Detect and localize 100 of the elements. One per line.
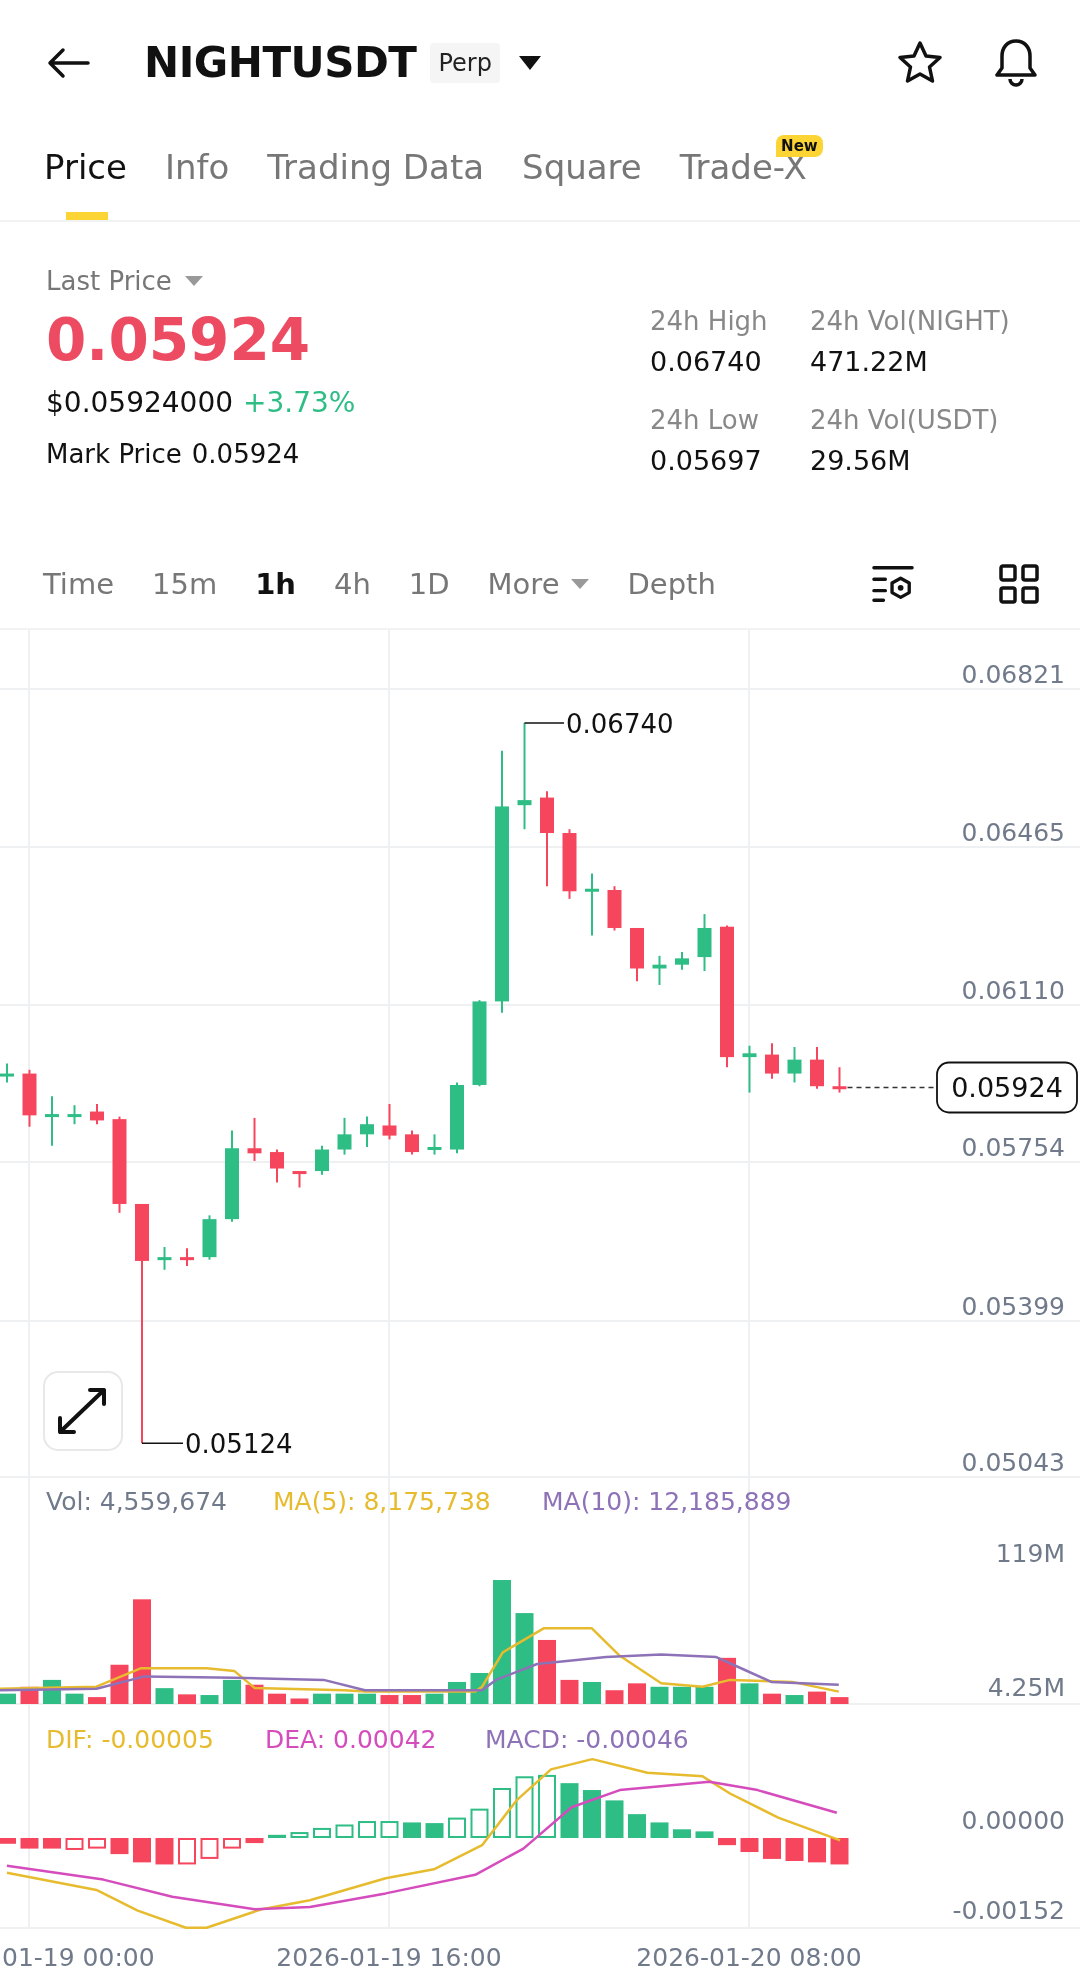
macd-legend: DIF: -0.00005 xyxy=(46,1725,214,1754)
tab[interactable]: Price xyxy=(44,125,127,220)
candlestick xyxy=(787,1046,802,1084)
candlestick xyxy=(292,1170,307,1189)
volume-legend: Vol: 4,559,674 xyxy=(46,1487,227,1516)
price-axis-label: 0.05754 xyxy=(961,1133,1065,1162)
dropdown-caret-icon[interactable] xyxy=(517,54,542,71)
candlestick xyxy=(585,872,599,937)
volume-bar xyxy=(178,1694,196,1704)
macd-bar xyxy=(358,1821,376,1838)
candlestick xyxy=(0,1062,14,1084)
candlestick xyxy=(337,1116,352,1156)
indicator-settings-icon[interactable] xyxy=(872,564,914,604)
macd-bar xyxy=(808,1838,826,1863)
candlestick xyxy=(562,828,577,900)
candlestick xyxy=(652,954,667,986)
volume-bar xyxy=(335,1693,354,1704)
macd-bar xyxy=(110,1838,129,1855)
macd-bar xyxy=(133,1838,151,1863)
interval-option[interactable]: 15m xyxy=(152,567,218,601)
price-axis-label: 0.06465 xyxy=(961,818,1065,847)
candlestick xyxy=(315,1144,329,1176)
interval-option[interactable]: 1h xyxy=(255,567,296,601)
macd-bar xyxy=(470,1808,489,1838)
stat-label: 24h Vol(NIGHT) xyxy=(810,306,1011,336)
candlestick xyxy=(765,1042,779,1080)
price-axis-label: 0.06110 xyxy=(961,976,1065,1005)
macd-bar xyxy=(650,1822,669,1838)
candlestick xyxy=(67,1104,82,1126)
interval-option[interactable]: 1D xyxy=(408,567,450,601)
volume-bar xyxy=(403,1695,421,1704)
macd-bar xyxy=(448,1817,466,1838)
volume-legend: MA(10): 12,185,889 xyxy=(542,1487,792,1516)
volume-bar xyxy=(0,1693,16,1704)
volume-bar xyxy=(740,1683,759,1704)
interval-option[interactable]: Depth xyxy=(627,567,716,601)
volume-bar xyxy=(785,1695,804,1704)
candlestick xyxy=(675,951,689,971)
candlestick xyxy=(832,1066,847,1094)
mark-price: 0.05924 xyxy=(191,439,300,469)
volume-bar xyxy=(380,1695,399,1704)
contract-badge: Perp xyxy=(430,42,500,83)
macd-axis-label: 0.00000 xyxy=(961,1806,1065,1835)
grid-layout-icon[interactable] xyxy=(998,564,1040,604)
candlestick xyxy=(382,1102,397,1141)
macd-bar xyxy=(763,1838,781,1859)
macd-bar xyxy=(538,1774,556,1838)
volume-bar xyxy=(808,1691,826,1704)
macd-bar xyxy=(515,1776,534,1838)
candlestick xyxy=(607,885,622,932)
macd-legend: MACD: -0.00046 xyxy=(485,1725,689,1754)
macd-bar xyxy=(223,1838,241,1849)
macd-bar xyxy=(290,1832,309,1838)
candlestick xyxy=(630,927,644,983)
volume-bar xyxy=(695,1686,714,1704)
candlestick xyxy=(180,1247,194,1267)
macd-bar xyxy=(313,1827,331,1838)
stat-value: 0.06740 xyxy=(650,346,763,377)
tab[interactable]: Info xyxy=(164,125,230,220)
leader-line xyxy=(141,1442,184,1444)
macd-bar xyxy=(88,1838,106,1849)
volume-bar xyxy=(245,1684,264,1704)
macd-bar xyxy=(695,1831,714,1838)
candlestick xyxy=(697,913,712,972)
tab[interactable]: Trade-X New xyxy=(679,125,823,220)
time-axis-label: 2026-01-19 16:00 xyxy=(276,1943,502,1972)
stat-value: 471.22M xyxy=(810,346,929,377)
candlestick xyxy=(90,1102,104,1126)
macd-bar xyxy=(583,1790,601,1838)
volume-bar xyxy=(605,1690,624,1704)
new-badge: New xyxy=(776,135,823,157)
usd-price: $0.05924000 xyxy=(46,386,234,419)
time-axis-label: 01-19 00:00 xyxy=(2,1943,155,1972)
macd-bar xyxy=(673,1829,691,1838)
volume-bar xyxy=(673,1686,691,1704)
macd-bar xyxy=(335,1824,354,1838)
bell-icon[interactable] xyxy=(992,36,1040,89)
stat-label: 24h High xyxy=(650,306,769,336)
candlestick xyxy=(45,1095,59,1147)
expand-button[interactable] xyxy=(43,1371,123,1451)
stat-value: 0.05697 xyxy=(650,445,763,476)
tab[interactable]: Square xyxy=(522,125,642,220)
last-price: 0.05924 xyxy=(46,306,312,374)
price-change: +3.73% xyxy=(243,386,356,419)
price-axis-label: 0.06821 xyxy=(961,660,1065,689)
back-arrow-icon[interactable] xyxy=(46,46,90,79)
macd-bar xyxy=(785,1838,804,1861)
volume-legend: MA(5): 8,175,738 xyxy=(273,1487,491,1516)
stat-value: 29.56M xyxy=(810,445,912,476)
candlestick xyxy=(360,1115,374,1148)
macd-bar xyxy=(605,1800,624,1838)
current-price: 0.05924 xyxy=(951,1072,1063,1104)
tab[interactable]: Trading Data xyxy=(267,125,485,220)
interval-option[interactable]: More xyxy=(487,567,560,601)
last-price-label[interactable]: Last Price xyxy=(46,266,172,296)
macd-bar xyxy=(403,1822,421,1838)
macd-bar xyxy=(425,1823,444,1838)
interval-option[interactable]: Time xyxy=(43,567,114,601)
macd-bar xyxy=(245,1838,264,1844)
interval-option[interactable]: 4h xyxy=(333,567,371,601)
